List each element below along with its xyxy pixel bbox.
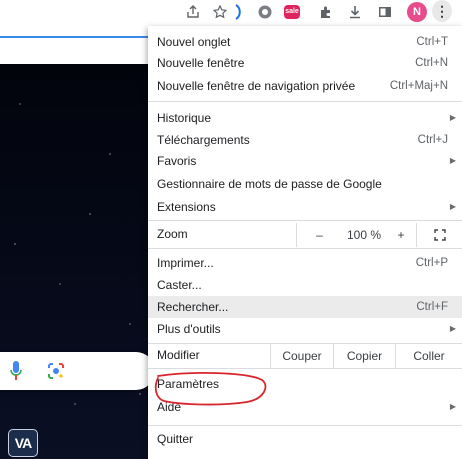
edit-row: Modifier Couper Copier Coller bbox=[148, 344, 462, 368]
accent-line bbox=[0, 36, 150, 38]
menu-item-find[interactable]: Rechercher... Ctrl+F bbox=[148, 296, 462, 318]
zoom-row: Zoom – 100 % + bbox=[148, 223, 462, 247]
menu-separator bbox=[148, 248, 462, 249]
profile-avatar[interactable]: N bbox=[407, 2, 427, 22]
avatar-initial: N bbox=[407, 2, 427, 22]
paste-label: Coller bbox=[413, 349, 445, 363]
menu-item-help[interactable]: Aide ▶ bbox=[148, 396, 462, 417]
zoom-plus-glyph: + bbox=[397, 228, 405, 242]
submenu-arrow-icon: ▶ bbox=[449, 113, 456, 122]
red-extension-label: sale bbox=[284, 5, 300, 19]
side-panel-icon[interactable] bbox=[375, 2, 395, 22]
menu-item-more-tools[interactable]: Plus d'outils ▶ bbox=[148, 318, 462, 339]
submenu-arrow-icon: ▶ bbox=[449, 324, 456, 333]
menu-item-new-incognito[interactable]: Nouvelle fenêtre de navigation privée Ct… bbox=[148, 75, 462, 96]
menu-item-shortcut: Ctrl+N bbox=[415, 56, 448, 69]
menu-item-label: Favoris bbox=[157, 153, 197, 168]
copy-button[interactable]: Copier bbox=[333, 344, 395, 368]
menu-item-settings[interactable]: Paramètres bbox=[148, 373, 462, 394]
search-bar[interactable] bbox=[0, 352, 155, 390]
zoom-minus-glyph: – bbox=[316, 228, 323, 242]
menu-separator bbox=[148, 425, 462, 426]
microphone-icon[interactable] bbox=[9, 360, 23, 382]
download-icon[interactable] bbox=[345, 2, 365, 22]
submenu-arrow-icon: ▶ bbox=[449, 156, 456, 165]
puzzle-icon[interactable] bbox=[316, 2, 336, 22]
extension-swirl-icon[interactable] bbox=[228, 2, 248, 22]
menu-item-password-manager[interactable]: Gestionnaire de mots de passe de Google bbox=[148, 173, 462, 194]
menu-separator bbox=[148, 101, 462, 102]
menu-item-label: Plus d'outils bbox=[157, 321, 221, 336]
red-extension-icon[interactable]: sale bbox=[282, 2, 302, 22]
menu-item-label: Quitter bbox=[157, 431, 194, 446]
fullscreen-icon bbox=[433, 229, 446, 241]
menu-separator bbox=[148, 220, 462, 221]
submenu-arrow-icon: ▶ bbox=[449, 402, 456, 411]
app-tile-label: VA bbox=[14, 435, 32, 451]
extension-icon[interactable] bbox=[255, 2, 275, 22]
menu-item-new-tab[interactable]: Nouvel onglet Ctrl+T bbox=[148, 31, 462, 52]
google-lens-icon[interactable] bbox=[47, 362, 65, 380]
browser-toolbar: sale N ⋮ bbox=[0, 0, 462, 26]
menu-item-downloads[interactable]: Téléchargements Ctrl+J bbox=[148, 129, 462, 150]
menu-item-label: Extensions bbox=[157, 199, 216, 214]
app-shortcut-tile[interactable]: VA bbox=[8, 429, 38, 457]
share-icon[interactable] bbox=[183, 2, 203, 22]
menu-item-label: Aide bbox=[157, 399, 182, 414]
edit-label: Modifier bbox=[157, 348, 200, 362]
paste-button[interactable]: Coller bbox=[395, 344, 462, 368]
cut-label: Couper bbox=[282, 349, 322, 363]
menu-item-new-window[interactable]: Nouvelle fenêtre Ctrl+N bbox=[148, 52, 462, 73]
fullscreen-button[interactable] bbox=[416, 223, 462, 247]
menu-item-shortcut: Ctrl+J bbox=[417, 133, 448, 146]
menu-item-label: Paramètres bbox=[157, 376, 220, 391]
menu-item-shortcut: Ctrl+T bbox=[416, 35, 448, 48]
menu-item-quit[interactable]: Quitter bbox=[148, 428, 462, 449]
menu-item-label: Historique bbox=[157, 110, 212, 125]
zoom-value: 100 % bbox=[342, 223, 386, 247]
menu-item-history[interactable]: Historique ▶ bbox=[148, 107, 462, 128]
kebab-glyph: ⋮ bbox=[432, 0, 452, 22]
menu-item-cast[interactable]: Caster... bbox=[148, 274, 462, 295]
kebab-menu-icon[interactable]: ⋮ bbox=[432, 0, 452, 22]
bookmark-star-icon[interactable] bbox=[210, 2, 230, 22]
zoom-in-button[interactable]: + bbox=[386, 223, 416, 247]
menu-item-label: Téléchargements bbox=[157, 132, 250, 147]
menu-item-shortcut: Ctrl+F bbox=[416, 301, 448, 313]
menu-item-label: Gestionnaire de mots de passe de Google bbox=[157, 176, 382, 191]
menu-item-print[interactable]: Imprimer... Ctrl+P bbox=[148, 252, 462, 273]
zoom-value-text: 100 % bbox=[346, 228, 382, 242]
menu-item-shortcut: Ctrl+Maj+N bbox=[389, 79, 448, 92]
menu-separator bbox=[148, 368, 462, 369]
menu-item-shortcut: Ctrl+P bbox=[415, 256, 448, 269]
menu-item-label: Caster... bbox=[157, 277, 202, 292]
zoom-out-button[interactable]: – bbox=[296, 223, 342, 247]
cut-button[interactable]: Couper bbox=[270, 344, 333, 368]
submenu-arrow-icon: ▶ bbox=[449, 202, 456, 211]
zoom-label: Zoom bbox=[157, 227, 188, 241]
copy-label: Copier bbox=[346, 349, 383, 363]
menu-item-bookmarks[interactable]: Favoris ▶ bbox=[148, 150, 462, 171]
chrome-main-menu: Nouvel onglet Ctrl+T Nouvelle fenêtre Ct… bbox=[148, 26, 462, 459]
menu-item-extensions[interactable]: Extensions ▶ bbox=[148, 196, 462, 217]
